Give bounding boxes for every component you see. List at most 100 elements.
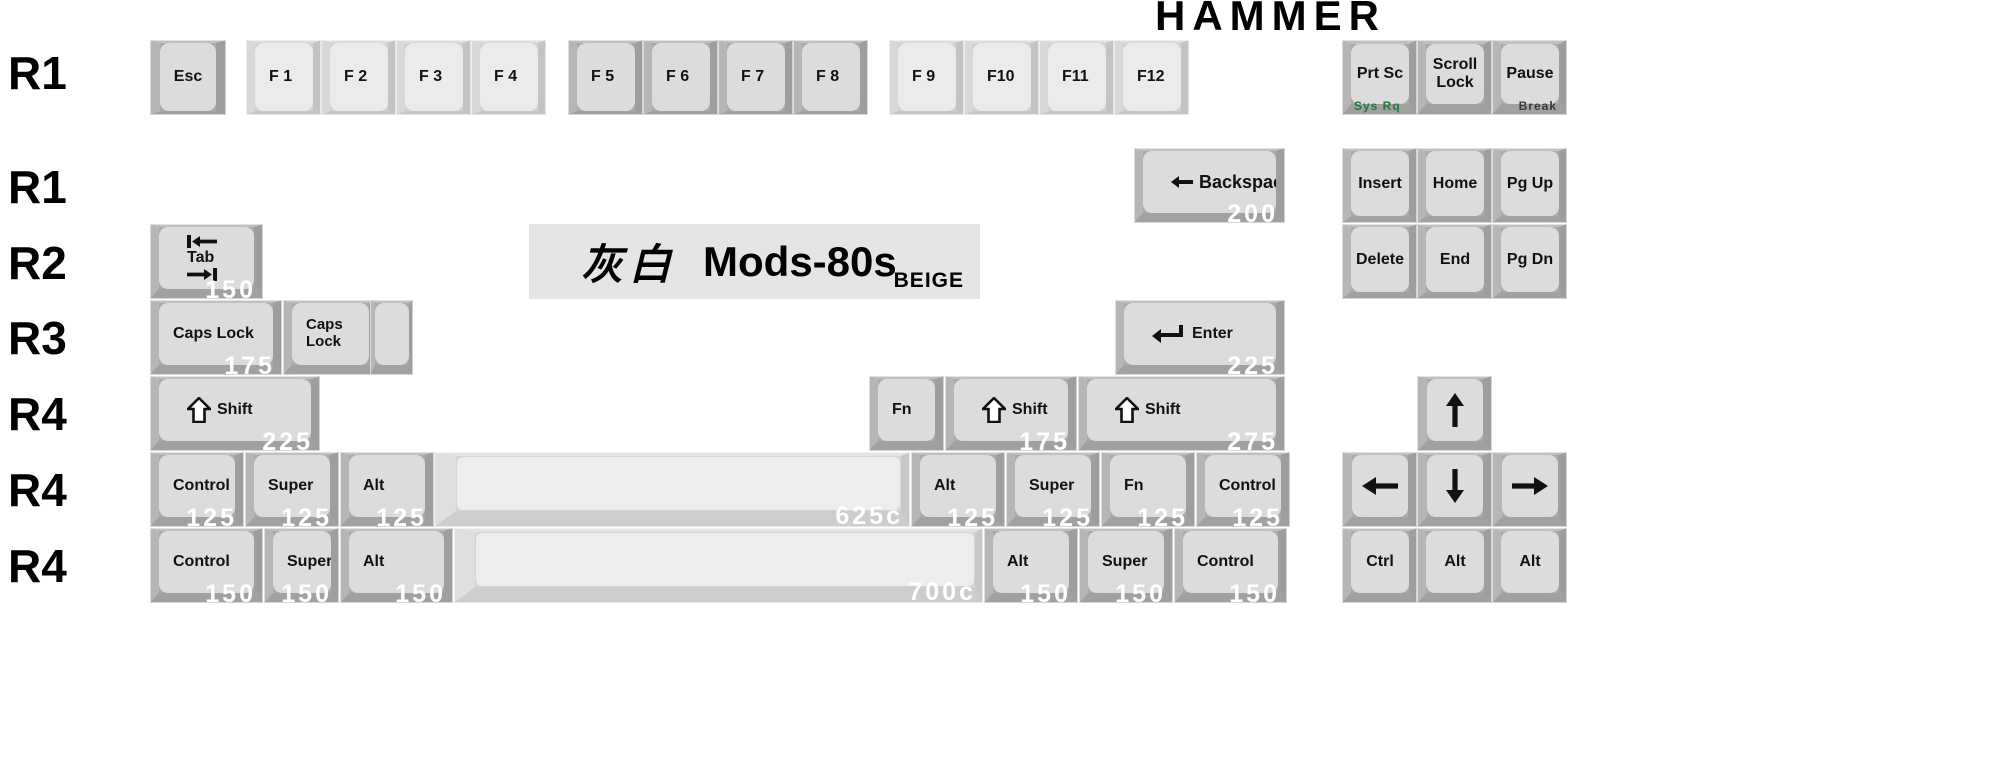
keycap-sublegend: Break bbox=[1518, 99, 1557, 113]
keycap-alt-right-125[interactable]: Alt 125 bbox=[911, 452, 1005, 527]
keycap-legend: Alt bbox=[1007, 553, 1029, 571]
keycap-legend: Alt bbox=[934, 477, 956, 495]
keycap-legend: Super bbox=[268, 477, 314, 495]
keycap-pause[interactable]: Pause Break bbox=[1492, 40, 1567, 115]
keycap-legend: Alt bbox=[363, 553, 385, 571]
keycap-blank-100[interactable] bbox=[370, 300, 413, 375]
keycap-alt-left-125[interactable]: Alt 125 bbox=[340, 452, 434, 527]
keycap-backspace[interactable]: Backspace200 bbox=[1134, 148, 1285, 223]
keycap-pg-dn[interactable]: Pg Dn bbox=[1492, 224, 1567, 299]
keycap-top: F11 bbox=[1048, 43, 1106, 111]
keycap-top bbox=[1502, 455, 1558, 517]
keycap-legend: Pg Dn bbox=[1506, 250, 1554, 268]
keycap-f6[interactable]: F 6 bbox=[643, 40, 718, 115]
keycap-shift-right-275[interactable]: Shift 275 bbox=[1078, 376, 1285, 451]
keycap-f3[interactable]: F 3 bbox=[396, 40, 471, 115]
keycap-caps-lock-125[interactable]: Caps Lock bbox=[283, 300, 378, 375]
keycap-top: Enter bbox=[1124, 303, 1276, 365]
keycap-f2[interactable]: F 2 bbox=[321, 40, 396, 115]
keycap-super-left-125[interactable]: Super 125 bbox=[245, 452, 339, 527]
keycap-f11[interactable]: F11 bbox=[1039, 40, 1114, 115]
keycap-f4[interactable]: F 4 bbox=[471, 40, 546, 115]
keycap-super-right-150[interactable]: Super 150 bbox=[1079, 528, 1173, 603]
keycap-top: Home bbox=[1426, 151, 1484, 216]
keycap-enter[interactable]: Enter 225 bbox=[1115, 300, 1285, 375]
shift-arrow-icon bbox=[982, 397, 1006, 423]
keycap-super-right-125[interactable]: Super 125 bbox=[1006, 452, 1100, 527]
keycap-legend: Shift bbox=[1145, 401, 1181, 419]
keycap-spacebar-625[interactable]: 625c bbox=[434, 452, 910, 527]
keycap-spacebar-700[interactable]: 700c bbox=[454, 528, 983, 603]
keycap-alt-nav-2[interactable]: Alt bbox=[1492, 528, 1567, 603]
keycap-legend: Shift bbox=[1012, 401, 1048, 419]
keycap-legend: Scroll Lock bbox=[1432, 56, 1478, 91]
keycap-control-right-150[interactable]: Control 150 bbox=[1174, 528, 1287, 603]
keycap-arrow-left[interactable] bbox=[1342, 452, 1417, 527]
keycap-top: F10 bbox=[973, 43, 1031, 111]
keycap-top: Shift bbox=[954, 379, 1068, 441]
keycap-fn-left[interactable]: Fn bbox=[869, 376, 944, 451]
keycap-legend: F 9 bbox=[912, 68, 936, 86]
keycap-legend: Control bbox=[173, 477, 230, 495]
keycap-alt-nav[interactable]: Alt bbox=[1417, 528, 1492, 603]
keycap-top bbox=[475, 532, 975, 587]
keycap-arrow-right[interactable] bbox=[1492, 452, 1567, 527]
keycap-esc[interactable]: Esc bbox=[150, 40, 226, 115]
keycap-top: Super bbox=[254, 455, 330, 517]
plaque-set-name: Mods-80s bbox=[703, 237, 897, 285]
keycap-legend: F11 bbox=[1062, 68, 1089, 86]
keycap-arrow-down[interactable] bbox=[1417, 452, 1492, 527]
keycap-f5[interactable]: F 5 bbox=[568, 40, 643, 115]
keycap-f7[interactable]: F 7 bbox=[718, 40, 793, 115]
keycap-legend: F 6 bbox=[666, 68, 690, 86]
keycap-prtsc[interactable]: Prt Sc Sys Rq bbox=[1342, 40, 1417, 115]
keycap-top: Alt bbox=[920, 455, 996, 517]
keycap-delete[interactable]: Delete bbox=[1342, 224, 1417, 299]
keycap-top: Caps Lock bbox=[159, 303, 273, 365]
keycap-legend: Home bbox=[1432, 174, 1478, 192]
row-label-4: R4 bbox=[8, 388, 67, 440]
keycap-arrow-up[interactable] bbox=[1417, 376, 1492, 451]
keycap-top: Alt bbox=[349, 455, 425, 517]
keycap-end[interactable]: End bbox=[1417, 224, 1492, 299]
keycap-legend: Delete bbox=[1355, 250, 1405, 268]
keycap-top: Pause bbox=[1501, 44, 1559, 104]
keycap-pg-up[interactable]: Pg Up bbox=[1492, 148, 1567, 223]
keycap-legend: F12 bbox=[1137, 68, 1165, 86]
keycap-control-right-125[interactable]: Control 125 bbox=[1196, 452, 1290, 527]
keycap-legend: Insert bbox=[1358, 174, 1402, 192]
keycap-top: Tab bbox=[159, 227, 254, 289]
keycap-top: F 9 bbox=[898, 43, 956, 111]
keycap-shift-right-175[interactable]: Shift 175 bbox=[945, 376, 1077, 451]
keycap-scroll-lock[interactable]: Scroll Lock bbox=[1417, 40, 1492, 115]
keycap-legend: F 1 bbox=[269, 68, 293, 86]
keycap-set-render: R1 R1 R2 R3 R4 R4 R4 HAMMER 灰白 Mods-80s BEIGE … bbox=[0, 0, 1998, 769]
keycap-control-left-150[interactable]: Control 150 bbox=[150, 528, 263, 603]
keycap-super-left-150[interactable]: Super 150 bbox=[264, 528, 339, 603]
keycap-control-left-125[interactable]: Control 125 bbox=[150, 452, 244, 527]
keycap-top: Alt bbox=[1426, 531, 1484, 593]
keycap-top: Control bbox=[1183, 531, 1278, 593]
keycap-f12[interactable]: F12 bbox=[1114, 40, 1189, 115]
keycap-top: Control bbox=[159, 455, 235, 517]
keycap-top: F 7 bbox=[727, 43, 785, 111]
keycap-caps-lock-175[interactable]: Caps Lock 175 bbox=[150, 300, 282, 375]
keycap-ctrl-nav[interactable]: Ctrl bbox=[1342, 528, 1417, 603]
keycap-f8[interactable]: F 8 bbox=[793, 40, 868, 115]
shift-arrow-icon bbox=[187, 397, 211, 423]
keycap-top bbox=[1352, 455, 1408, 517]
keycap-fn-right-125[interactable]: Fn 125 bbox=[1101, 452, 1195, 527]
keycap-f10[interactable]: F10 bbox=[964, 40, 1039, 115]
keycap-top: Control bbox=[1205, 455, 1281, 517]
keycap-insert[interactable]: Insert bbox=[1342, 148, 1417, 223]
keycap-f1[interactable]: F 1 bbox=[246, 40, 321, 115]
keycap-home[interactable]: Home bbox=[1417, 148, 1492, 223]
row-label-2: R2 bbox=[8, 237, 67, 289]
keycap-tab[interactable]: Tab 150 bbox=[150, 224, 263, 299]
keycap-top: Super bbox=[273, 531, 331, 593]
keycap-alt-right-150[interactable]: Alt 150 bbox=[984, 528, 1078, 603]
tab-right-arrow-icon bbox=[187, 267, 217, 281]
keycap-alt-left-150[interactable]: Alt 150 bbox=[340, 528, 453, 603]
keycap-shift-left-225[interactable]: Shift 225 bbox=[150, 376, 320, 451]
keycap-f9[interactable]: F 9 bbox=[889, 40, 964, 115]
